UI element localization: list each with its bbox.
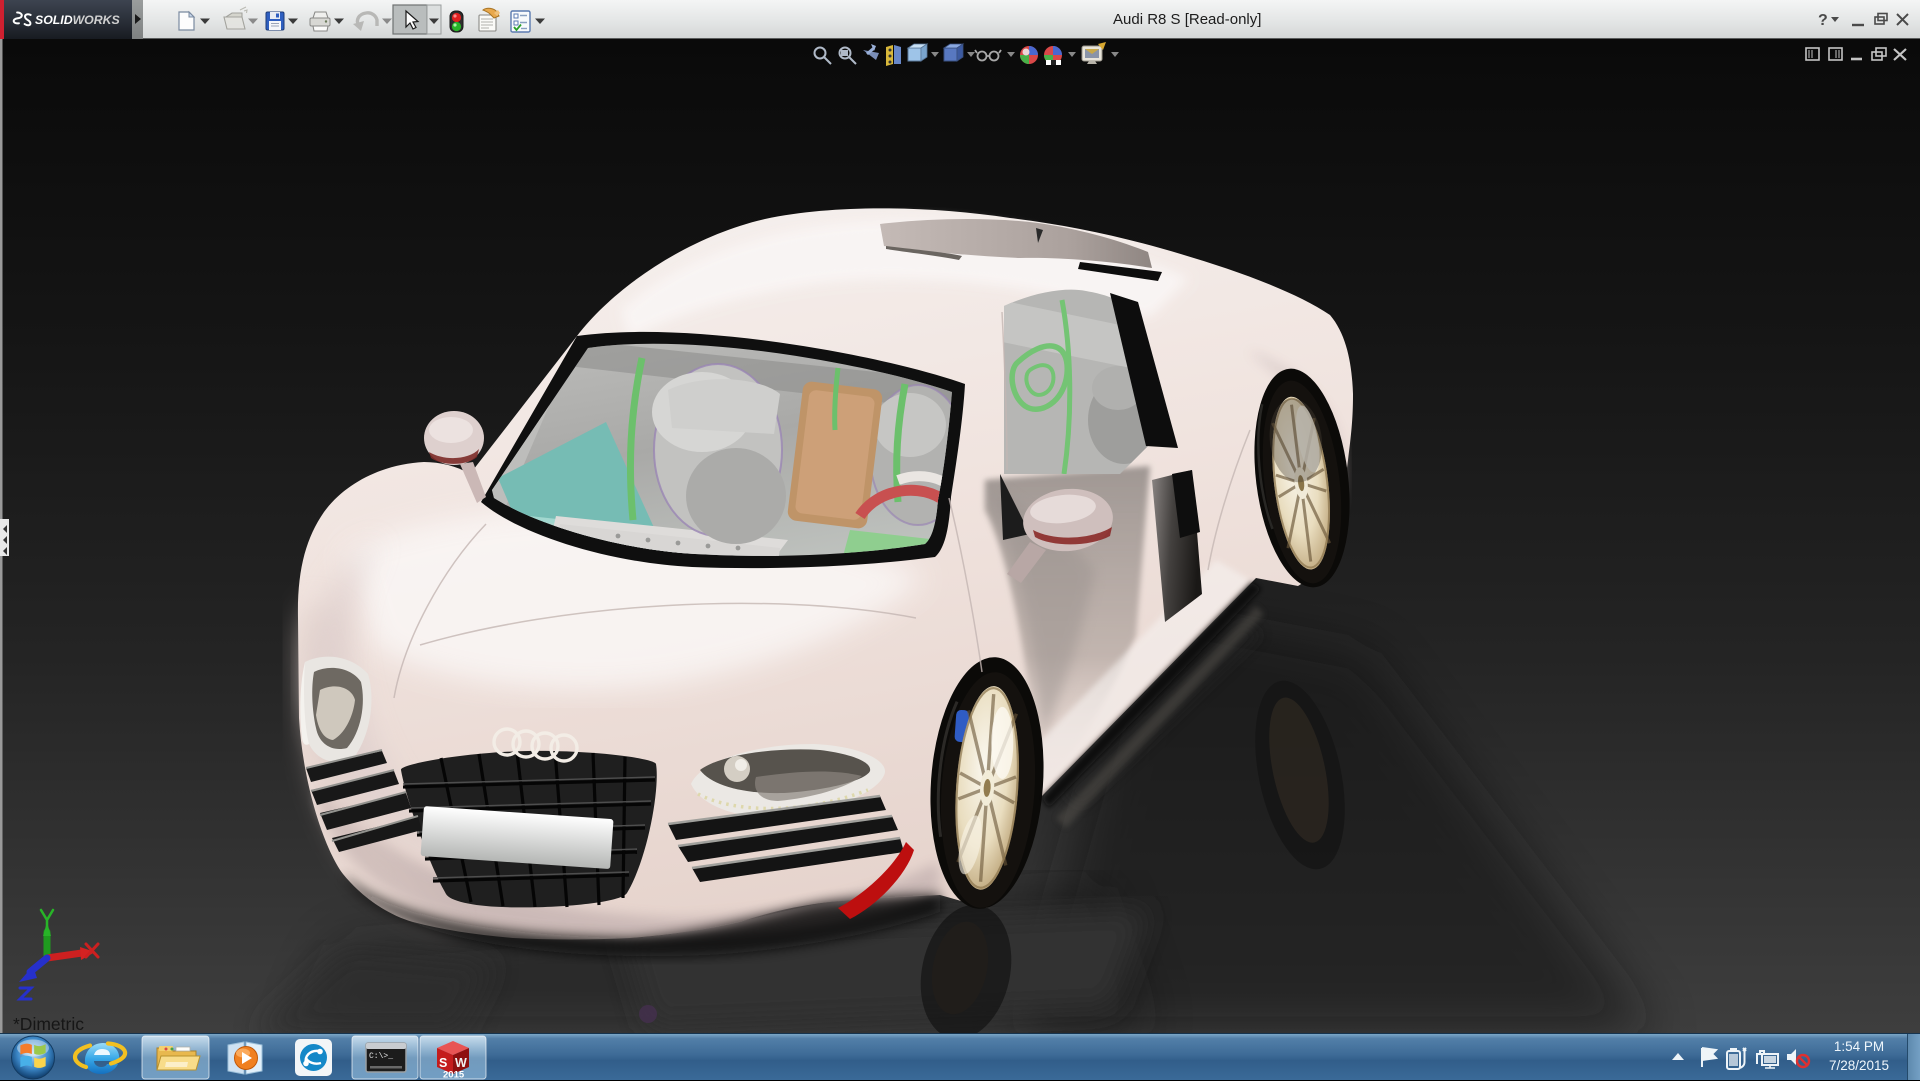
svg-text:S: S: [439, 1056, 447, 1070]
svg-text:2015: 2015: [443, 1070, 465, 1081]
svg-text:W: W: [455, 1056, 467, 1070]
svg-text:*Dimetric: *Dimetric: [13, 1014, 84, 1033]
svg-text:?: ?: [1818, 12, 1828, 29]
svg-text:C:\>_: C:\>_: [369, 1052, 393, 1061]
